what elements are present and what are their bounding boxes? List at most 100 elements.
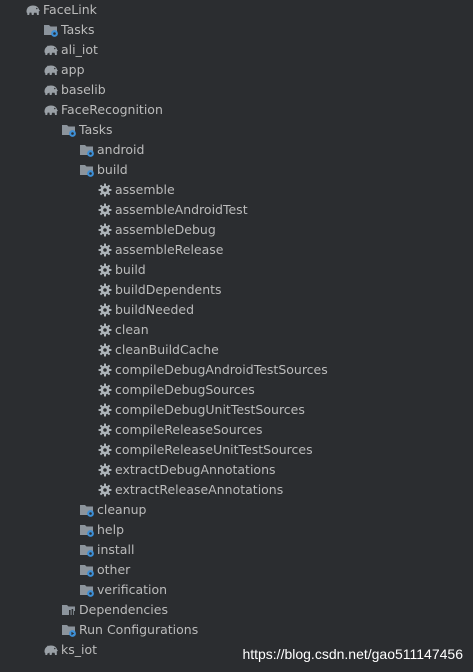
gear-icon (97, 242, 113, 258)
tree-item-label: app (61, 62, 85, 77)
tree-row-build[interactable]: build (0, 260, 473, 280)
tree-item-label: cleanBuildCache (115, 342, 219, 357)
task-folder-icon (79, 582, 95, 598)
tree-row-clean[interactable]: clean (0, 320, 473, 340)
watermark: https://blog.csdn.net/gao511147456 (242, 646, 463, 662)
task-folder-icon (79, 502, 95, 518)
tree-row-extractdebugannotations[interactable]: extractDebugAnnotations (0, 460, 473, 480)
tree-row-dependencies[interactable]: Dependencies (0, 600, 473, 620)
tree-row-ali-iot[interactable]: ali_iot (0, 40, 473, 60)
tree-item-label: compileDebugSources (115, 382, 255, 397)
tree-item-label: cleanup (97, 502, 147, 517)
tree-item-label: buildNeeded (115, 302, 195, 317)
gear-icon (97, 262, 113, 278)
tree-row-facerecognition[interactable]: FaceRecognition (0, 100, 473, 120)
elephant-icon (43, 82, 59, 98)
gear-icon (97, 282, 113, 298)
gear-icon (97, 422, 113, 438)
tree-row-compiledebugunittestsources[interactable]: compileDebugUnitTestSources (0, 400, 473, 420)
tree-item-label: assembleRelease (115, 242, 224, 257)
elephant-icon (43, 62, 59, 78)
task-folder-icon (43, 22, 59, 38)
task-folder-icon (79, 162, 95, 178)
tree-item-label: android (97, 142, 145, 157)
tree-item-label: ali_iot (61, 42, 98, 57)
tree-row-facelink[interactable]: FaceLink (0, 0, 473, 20)
tree-row-extractreleaseannotations[interactable]: extractReleaseAnnotations (0, 480, 473, 500)
elephant-icon (43, 102, 59, 118)
dependencies-icon (61, 602, 77, 618)
tree-row-run-configurations[interactable]: Run Configurations (0, 620, 473, 640)
tree-item-label: Tasks (79, 122, 113, 137)
tree-row-assemblerelease[interactable]: assembleRelease (0, 240, 473, 260)
tree-item-label: FaceLink (43, 2, 97, 17)
gear-icon (97, 182, 113, 198)
tree-item-label: other (97, 562, 131, 577)
tree-row-compilereleaseunittestsources[interactable]: compileReleaseUnitTestSources (0, 440, 473, 460)
gear-icon (97, 222, 113, 238)
tree-row-compilereleasesources[interactable]: compileReleaseSources (0, 420, 473, 440)
tree-item-label: verification (97, 582, 168, 597)
task-folder-icon (79, 562, 95, 578)
tree-row-other[interactable]: other (0, 560, 473, 580)
tree-item-label: Dependencies (79, 602, 168, 617)
run-config-folder-icon (61, 622, 77, 638)
tree-row-buildneeded[interactable]: buildNeeded (0, 300, 473, 320)
tree-item-label: Run Configurations (79, 622, 199, 637)
gear-icon (97, 342, 113, 358)
tree-item-label: help (97, 522, 125, 537)
gear-icon (97, 302, 113, 318)
gear-icon (97, 462, 113, 478)
tree-item-label: compileReleaseUnitTestSources (115, 442, 313, 457)
tree-row-app[interactable]: app (0, 60, 473, 80)
tree-item-label: compileReleaseSources (115, 422, 263, 437)
tree-row-assembledebug[interactable]: assembleDebug (0, 220, 473, 240)
gear-icon (97, 482, 113, 498)
tree-item-label: extractDebugAnnotations (115, 462, 276, 477)
tree-row-compiledebugandroidtestsources[interactable]: compileDebugAndroidTestSources (0, 360, 473, 380)
tree-row-assembleandroidtest[interactable]: assembleAndroidTest (0, 200, 473, 220)
task-folder-icon (79, 542, 95, 558)
tree-item-label: clean (115, 322, 149, 337)
tree-item-label: assembleDebug (115, 222, 216, 237)
tree-row-android[interactable]: android (0, 140, 473, 160)
tree-item-label: compileDebugAndroidTestSources (115, 362, 328, 377)
tree-row-build[interactable]: build (0, 160, 473, 180)
tree-item-label: ks_iot (61, 642, 98, 657)
tree-row-compiledebugsources[interactable]: compileDebugSources (0, 380, 473, 400)
gear-icon (97, 382, 113, 398)
elephant-icon (43, 642, 59, 658)
task-folder-icon (79, 142, 95, 158)
gear-icon (97, 442, 113, 458)
tree-item-label: FaceRecognition (61, 102, 163, 117)
elephant-icon (43, 42, 59, 58)
task-folder-icon (79, 522, 95, 538)
tree-row-verification[interactable]: verification (0, 580, 473, 600)
tree-item-label: Tasks (61, 22, 95, 37)
tree-row-help[interactable]: help (0, 520, 473, 540)
gear-icon (97, 322, 113, 338)
tree-item-label: extractReleaseAnnotations (115, 482, 284, 497)
tree-item-label: assembleAndroidTest (115, 202, 248, 217)
tree-item-label: baselib (61, 82, 106, 97)
tree-row-cleanbuildcache[interactable]: cleanBuildCache (0, 340, 473, 360)
tree-row-cleanup[interactable]: cleanup (0, 500, 473, 520)
gear-icon (97, 202, 113, 218)
tree-item-label: build (97, 162, 128, 177)
elephant-icon (25, 2, 41, 18)
tree-item-label: build (115, 262, 146, 277)
tree-item-label: buildDependents (115, 282, 222, 297)
task-folder-icon (61, 122, 77, 138)
tree-row-baselib[interactable]: baselib (0, 80, 473, 100)
tree-row-assemble[interactable]: assemble (0, 180, 473, 200)
tree-item-label: assemble (115, 182, 175, 197)
tree-item-label: install (97, 542, 135, 557)
tree-row-install[interactable]: install (0, 540, 473, 560)
tree-item-label: compileDebugUnitTestSources (115, 402, 305, 417)
tree-row-tasks[interactable]: Tasks (0, 20, 473, 40)
gear-icon (97, 362, 113, 378)
tree-row-builddependents[interactable]: buildDependents (0, 280, 473, 300)
tree-row-tasks[interactable]: Tasks (0, 120, 473, 140)
gradle-task-tree[interactable]: FaceLink Tasks ali_iot app baselib FaceR… (0, 0, 473, 660)
gear-icon (97, 402, 113, 418)
